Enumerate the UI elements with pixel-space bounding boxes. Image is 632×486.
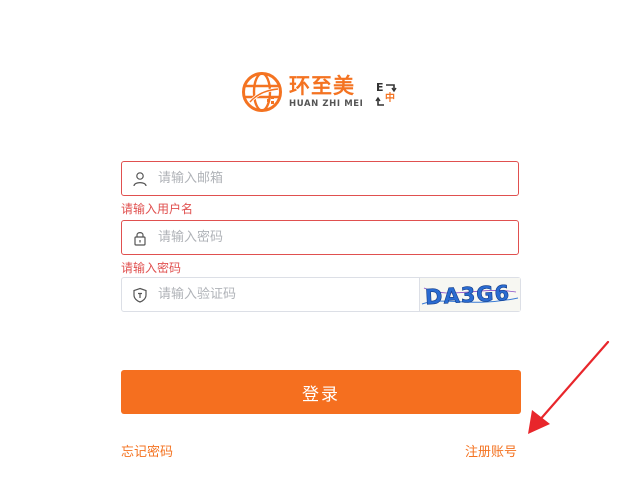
register-account-link[interactable]: 注册账号 [465,445,517,461]
language-switch-icon[interactable]: E 中 [374,82,400,108]
password-error-message: 请输入密码 [121,261,182,275]
captcha-field: DA3G6 [121,277,521,312]
lock-icon [134,232,146,246]
password-field [121,220,519,255]
user-icon [133,172,147,187]
captcha-graphic: DA3G6 [421,281,519,310]
forgot-password-link[interactable]: 忘记密码 [121,445,173,461]
captcha-text: DA3G6 [424,281,510,309]
login-button[interactable]: 登录 [121,370,521,414]
email-input[interactable] [158,162,428,195]
globe-logo-icon [242,72,282,112]
brand-name-en: HUAN ZHI MEI [289,99,364,109]
brand-name-cn: 环至美 [289,74,355,98]
captcha-image[interactable]: DA3G6 [419,278,520,311]
shield-icon [133,287,147,303]
email-error-message: 请输入用户名 [121,202,194,216]
email-field [121,161,519,196]
swap-arrows-icon [375,84,397,106]
captcha-input[interactable] [158,278,428,311]
brand-logo: 环至美 HUAN ZHI MEI [241,70,363,114]
annotation-arrow-icon [528,340,610,434]
password-input[interactable] [158,221,428,254]
